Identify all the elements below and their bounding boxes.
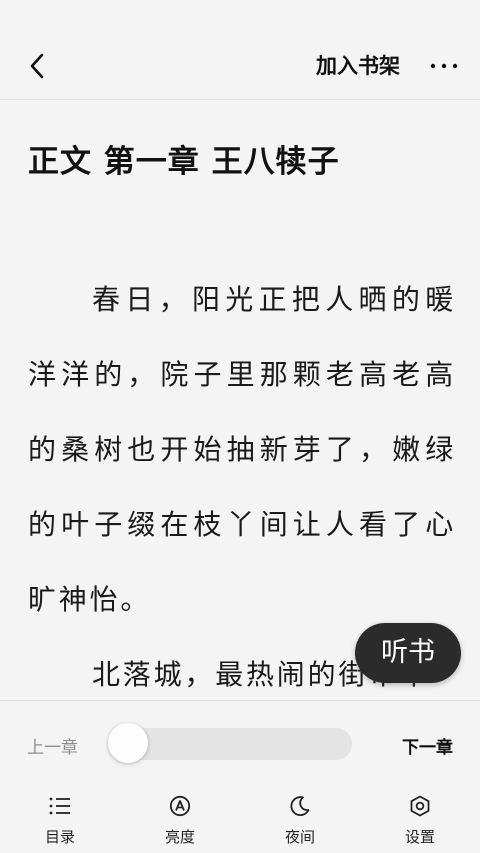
back-button[interactable] [20, 46, 54, 86]
chapter-progress-slider[interactable] [112, 728, 352, 760]
list-icon [47, 793, 73, 818]
add-to-shelf-button[interactable]: 加入书架 [316, 50, 400, 82]
toolbar-label: 目录 [44, 828, 75, 846]
toolbar-catalog[interactable]: 目录 [20, 787, 100, 847]
more-button[interactable] [428, 50, 460, 82]
toolbar-brightness[interactable]: 亮度 [140, 787, 220, 847]
toolbar-night-mode[interactable]: 夜间 [260, 787, 340, 847]
moon-icon [287, 793, 313, 818]
slider-thumb[interactable] [108, 723, 148, 763]
toolbar-label: 亮度 [164, 828, 195, 846]
listen-button[interactable]: 听书 [355, 623, 461, 683]
settings-icon [407, 793, 433, 818]
toolbar-label: 夜间 [284, 828, 315, 846]
prev-chapter-button[interactable]: 上一章 [27, 733, 78, 758]
bottom-toolbar: 目录 亮度 夜间 设置 [0, 787, 480, 847]
top-bar: 加入书架 [0, 0, 480, 100]
more-icon [430, 63, 458, 69]
bottom-panel: 上一章 下一章 目录 亮度 夜间 设置 [0, 700, 480, 853]
next-chapter-button[interactable]: 下一章 [402, 733, 453, 758]
paragraph: 春日，阳光正把人晒的暖洋洋的，院子里那颗老高老高的桑树也开始抽新芽了，嫩绿的叶子… [28, 283, 456, 616]
chapter-title: 正文 第一章 王八犊子 [28, 144, 340, 180]
toolbar-label: 设置 [404, 828, 435, 846]
toolbar-settings[interactable]: 设置 [380, 787, 460, 847]
brightness-icon [167, 793, 193, 818]
back-arrow-icon [30, 53, 44, 79]
